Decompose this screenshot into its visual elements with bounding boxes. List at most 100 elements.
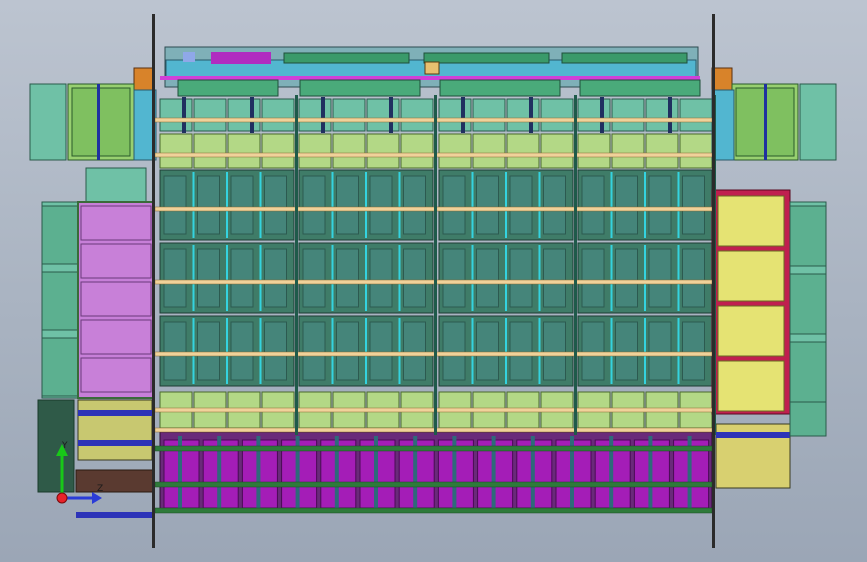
- teal-cell: [261, 98, 295, 132]
- teal-cell: [298, 98, 332, 132]
- battery-cell: [302, 248, 326, 308]
- teal-cell: [577, 98, 611, 132]
- battery-cell: [682, 248, 705, 308]
- cell-strap: [250, 97, 254, 133]
- orange-bracket-left: [133, 67, 155, 91]
- battery-cell: [476, 321, 499, 381]
- triad-x-axis: [56, 492, 68, 504]
- battery-cell: [682, 175, 705, 235]
- teal-cell: [332, 98, 366, 132]
- frame-post-right: [712, 14, 715, 548]
- battery-cell: [648, 321, 672, 381]
- cyan-divider: [644, 318, 646, 384]
- magenta-rail-top: [160, 76, 700, 80]
- battery-cell: [264, 248, 287, 308]
- teal-cell: [159, 98, 193, 132]
- cyan-divider: [365, 245, 367, 311]
- right-side-assembly: [711, 83, 837, 489]
- cyan-divider: [365, 318, 367, 384]
- triad-z-label: Z: [97, 484, 104, 494]
- cyan-divider: [471, 318, 474, 384]
- cyan-divider: [644, 172, 646, 238]
- header-purple-block: [211, 52, 271, 64]
- teal-cell: [193, 98, 227, 132]
- light-green-cell: [159, 133, 193, 169]
- teal-cell: [540, 98, 574, 132]
- cell-strap: [461, 97, 465, 133]
- teal-cell: [611, 98, 645, 132]
- teal-cell: [506, 98, 540, 132]
- cyan-divider: [192, 318, 195, 384]
- cyan-divider: [471, 245, 474, 311]
- right-lower-cell: [789, 401, 827, 437]
- battery-cell: [369, 248, 393, 308]
- battery-cell: [369, 175, 393, 235]
- cyan-divider: [471, 172, 474, 238]
- battery-cell: [543, 248, 566, 308]
- left-side-cell: [41, 337, 79, 397]
- battery-cell: [476, 175, 499, 235]
- blue-bar: [716, 432, 790, 438]
- blue-bar: [78, 410, 152, 416]
- right-side-cell: [789, 205, 827, 267]
- light-green-cell: [227, 133, 261, 169]
- top-header-assembly: [133, 46, 733, 97]
- cyan-divider: [644, 245, 646, 311]
- cell-strap: [600, 97, 604, 133]
- battery-cell: [509, 248, 533, 308]
- battery-cell: [163, 248, 187, 308]
- green-rail: [154, 445, 713, 452]
- battery-cell: [615, 321, 638, 381]
- right-strap: [764, 84, 767, 160]
- violet-panel: [80, 357, 152, 393]
- tan-rail: [154, 407, 713, 413]
- cyan-divider: [505, 172, 507, 238]
- left-bottom-block: [75, 469, 155, 493]
- left-top-cell-stack: [29, 83, 67, 161]
- cyan-divider: [610, 245, 613, 311]
- cell-strap: [389, 97, 393, 133]
- battery-cell: [403, 175, 426, 235]
- battery-cell: [403, 248, 426, 308]
- cyan-divider: [505, 245, 507, 311]
- battery-cell: [197, 175, 220, 235]
- light-green-cell: [506, 133, 540, 169]
- cyan-divider: [226, 318, 228, 384]
- left-strap: [97, 84, 100, 160]
- light-green-cell: [193, 133, 227, 169]
- tan-rail: [154, 351, 713, 357]
- left-top-module-inner: [71, 87, 131, 157]
- cell-strap: [529, 97, 533, 133]
- triad-y-label: Y: [62, 441, 68, 451]
- light-green-cell: [472, 133, 506, 169]
- cad-viewport[interactable]: Y Z: [0, 0, 867, 562]
- cyan-divider: [259, 172, 262, 238]
- light-green-cell: [400, 133, 434, 169]
- battery-cell: [682, 321, 705, 381]
- cyan-divider: [259, 245, 262, 311]
- battery-cell: [509, 321, 533, 381]
- battery-cell: [197, 248, 220, 308]
- teal-cell: [227, 98, 261, 132]
- violet-panel: [80, 205, 152, 241]
- cyan-divider: [677, 245, 680, 311]
- cell-strap: [321, 97, 325, 133]
- tan-rail: [154, 206, 713, 212]
- tan-rail: [154, 117, 713, 123]
- teal-cell: [438, 98, 472, 132]
- battery-cell: [615, 248, 638, 308]
- cyan-divider: [505, 318, 507, 384]
- cyan-divider: [677, 172, 680, 238]
- battery-cell: [264, 321, 287, 381]
- teal-cell: [679, 98, 713, 132]
- light-green-cell: [261, 133, 295, 169]
- battery-cell: [581, 321, 605, 381]
- battery-cell: [581, 175, 605, 235]
- light-green-cell: [645, 133, 679, 169]
- battery-cell: [581, 248, 605, 308]
- cyan-divider: [398, 172, 401, 238]
- battery-cell: [369, 321, 393, 381]
- battery-cell: [648, 175, 672, 235]
- teal-cell: [472, 98, 506, 132]
- cyan-divider: [538, 172, 541, 238]
